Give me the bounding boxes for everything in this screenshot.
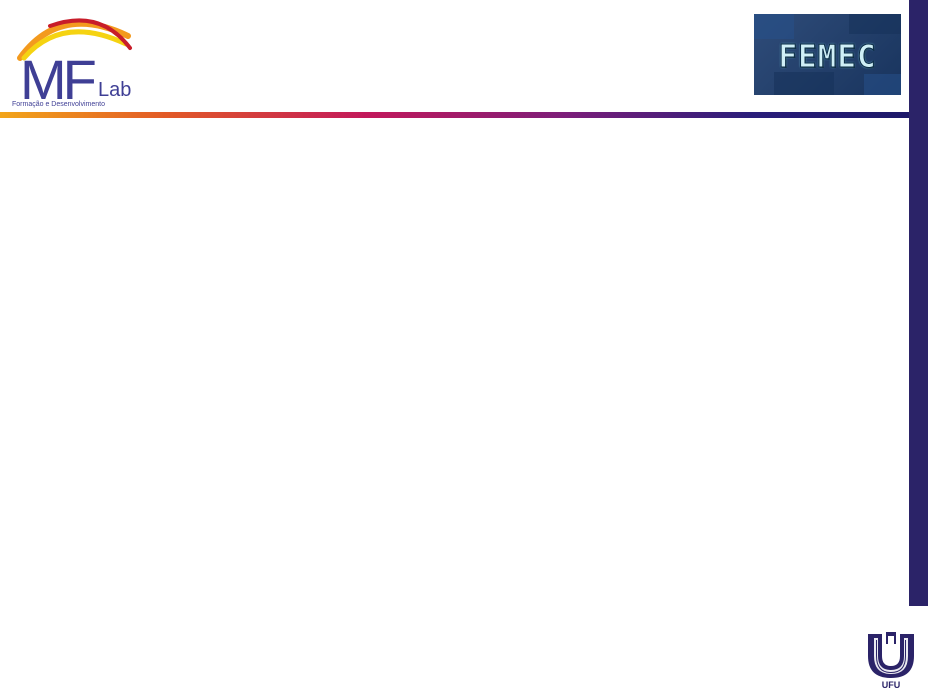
mflab-logo: MF Lab Formação e Desenvolvimento — [10, 8, 140, 112]
slide: MF Lab Formação e Desenvolvimento FEMEC … — [0, 0, 928, 695]
ufu-label: UFU — [881, 680, 901, 690]
femec-bg-tile — [754, 14, 794, 39]
femec-bg-tile — [864, 74, 901, 95]
side-accent-bar — [909, 0, 928, 606]
header-divider — [0, 112, 916, 118]
ufu-logo: UFU — [862, 628, 920, 692]
femec-wordmark: FEMEC — [778, 39, 877, 75]
mflab-mark: MF — [20, 48, 97, 111]
femec-bg-tile — [774, 72, 834, 95]
femec-logo: FEMEC — [754, 14, 901, 95]
mflab-sub: Lab — [98, 79, 132, 101]
mflab-tagline: Formação e Desenvolvimento — [12, 101, 105, 108]
femec-bg-tile — [849, 14, 901, 34]
ufu-emblem-icon — [868, 632, 914, 678]
